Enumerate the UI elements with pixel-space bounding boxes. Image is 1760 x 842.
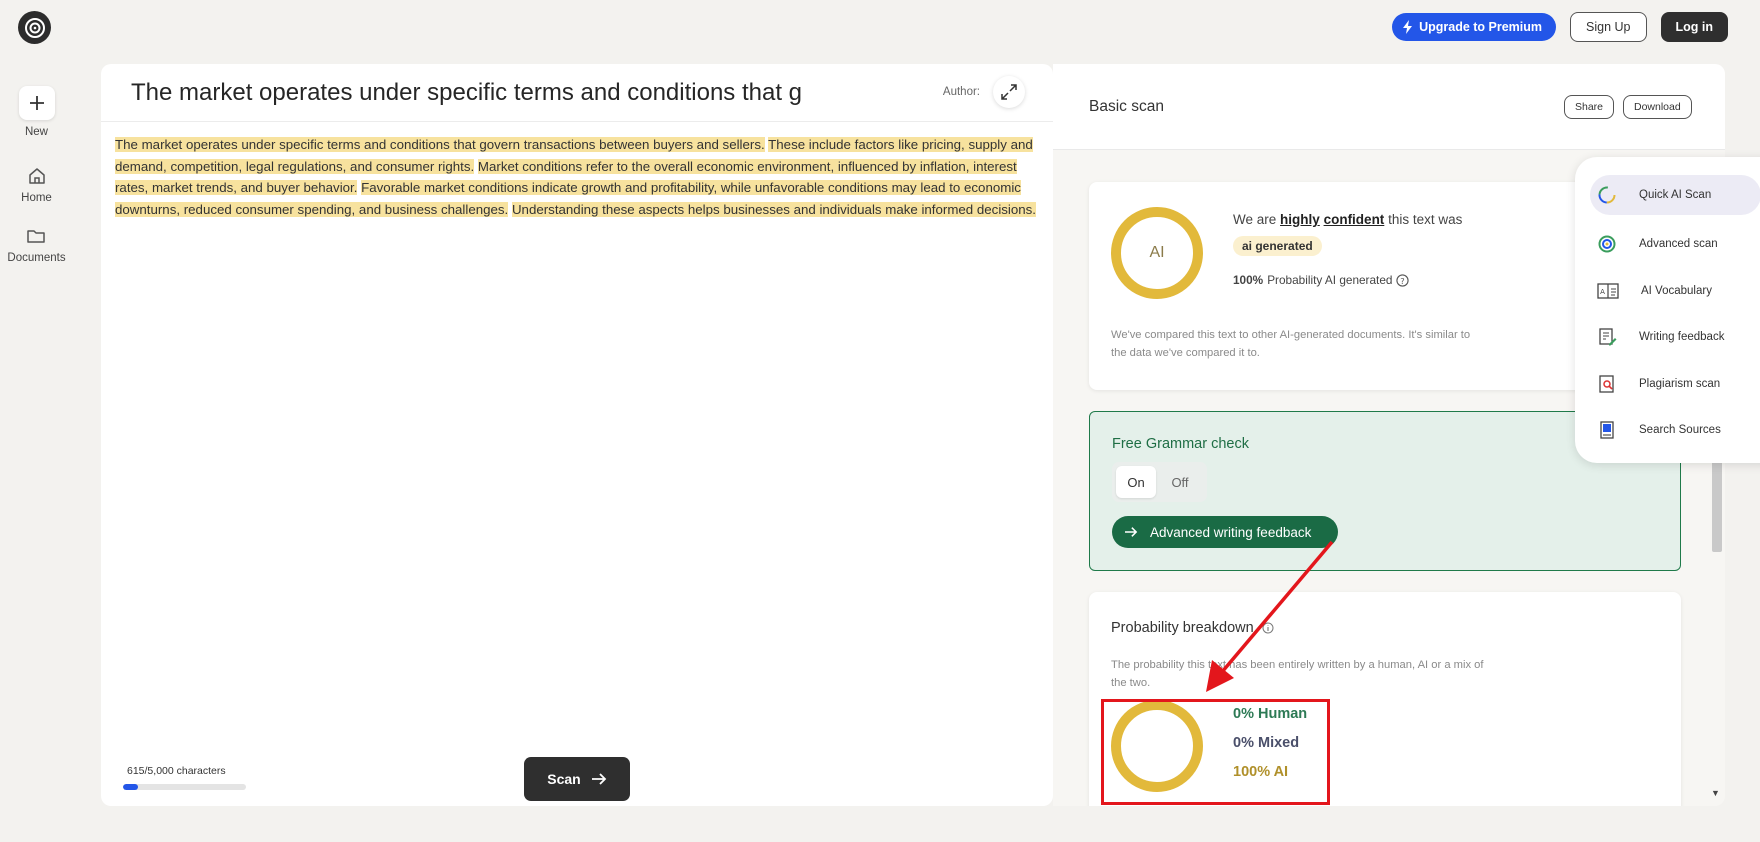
menu-item-label: Advanced scan bbox=[1639, 238, 1718, 251]
arrow-right-icon bbox=[1125, 527, 1138, 537]
breakdown-title: Probability breakdown bbox=[1111, 620, 1254, 636]
annotation-highlight-box bbox=[1101, 699, 1330, 805]
advanced-writing-feedback-label: Advanced writing feedback bbox=[1150, 524, 1312, 540]
expand-icon bbox=[1001, 84, 1017, 100]
plus-icon bbox=[29, 96, 44, 110]
search-sources-icon bbox=[1600, 421, 1614, 439]
scan-type-menu: Quick AI Scan Advanced scan A AI Vocabul… bbox=[1575, 157, 1760, 463]
scan-button[interactable]: Scan bbox=[524, 757, 630, 801]
upgrade-premium-label: Upgrade to Premium bbox=[1419, 20, 1543, 34]
quick-scan-icon bbox=[1598, 186, 1616, 204]
menu-item-quick-ai-scan[interactable]: Quick AI Scan bbox=[1590, 175, 1760, 215]
menu-item-label: AI Vocabulary bbox=[1641, 284, 1712, 297]
sign-up-button[interactable]: Sign Up bbox=[1570, 12, 1647, 42]
lightning-icon bbox=[1403, 20, 1413, 34]
editor-panel: The market operates under specific terms… bbox=[101, 64, 1053, 806]
sidebar-item-documents[interactable]: Documents bbox=[7, 226, 66, 264]
log-in-button[interactable]: Log in bbox=[1660, 12, 1728, 42]
editor-text[interactable]: The market operates under specific terms… bbox=[101, 122, 1053, 232]
left-sidebar: New Home Documents bbox=[0, 86, 73, 264]
logo-icon bbox=[24, 17, 45, 38]
plagiarism-icon bbox=[1599, 375, 1614, 393]
advanced-writing-feedback-button[interactable]: Advanced writing feedback bbox=[1112, 516, 1338, 548]
app-logo[interactable] bbox=[18, 11, 51, 44]
new-document-button[interactable] bbox=[18, 86, 55, 120]
grammar-on-button[interactable]: On bbox=[1116, 466, 1156, 498]
sidebar-item-home[interactable]: Home bbox=[21, 166, 52, 204]
menu-item-label: Quick AI Scan bbox=[1639, 189, 1712, 201]
ai-ring: AI bbox=[1111, 207, 1203, 299]
svg-text:A: A bbox=[1600, 288, 1605, 296]
document-title[interactable]: The market operates under specific terms… bbox=[131, 79, 831, 107]
advanced-scan-icon bbox=[1598, 235, 1616, 253]
share-button[interactable]: Share bbox=[1564, 95, 1615, 119]
new-label: New bbox=[24, 126, 48, 138]
folder-icon bbox=[27, 230, 46, 243]
menu-item-writing-feedback[interactable]: Writing feedback bbox=[1575, 314, 1760, 361]
confidence-highly[interactable]: highly bbox=[1280, 212, 1320, 227]
info-icon[interactable] bbox=[1262, 622, 1274, 634]
result-title: Basic scan bbox=[1089, 98, 1164, 115]
menu-item-ai-vocabulary[interactable]: A AI Vocabulary bbox=[1575, 268, 1760, 315]
character-count: 615/5,000 characters bbox=[127, 765, 226, 777]
help-icon[interactable]: ? bbox=[1396, 273, 1410, 287]
confidence-confident[interactable]: confident bbox=[1324, 212, 1385, 227]
author-label: Author: bbox=[942, 86, 980, 98]
confidence-tail: this text was bbox=[1388, 212, 1463, 227]
highlighted-sentence: The market operates under specific terms… bbox=[115, 137, 765, 152]
probability-text: Probability AI generated bbox=[1267, 273, 1393, 287]
sidebar-item-label: Documents bbox=[7, 252, 66, 264]
confidence-we-are: We are bbox=[1233, 212, 1277, 227]
breakdown-title-row: Probability breakdown bbox=[1111, 620, 1274, 636]
writing-feedback-icon bbox=[1599, 328, 1617, 346]
svg-text:?: ? bbox=[1401, 275, 1405, 285]
grammar-title: Free Grammar check bbox=[1112, 436, 1249, 452]
probability-pct: 100% bbox=[1233, 273, 1264, 287]
ai-generated-badge: ai generated bbox=[1233, 236, 1322, 256]
vocabulary-icon: A bbox=[1597, 283, 1619, 299]
grammar-off-button[interactable]: Off bbox=[1160, 466, 1200, 498]
probability-line: 100% Probability AI generated ? bbox=[1233, 273, 1410, 287]
top-actions: Upgrade to Premium Sign Up Log in bbox=[1392, 12, 1728, 42]
comparison-note: We've compared this text to other AI-gen… bbox=[1111, 329, 1471, 359]
breakdown-description: The probability this text has been entir… bbox=[1111, 659, 1484, 689]
menu-item-advanced-scan[interactable]: Advanced scan bbox=[1575, 221, 1760, 268]
scan-label: Scan bbox=[547, 771, 581, 787]
menu-item-label: Writing feedback bbox=[1639, 331, 1725, 344]
menu-item-label: Search Sources bbox=[1639, 424, 1721, 437]
menu-item-label: Plagiarism scan bbox=[1639, 377, 1721, 390]
scroll-down-arrow-icon[interactable]: ▼ bbox=[1711, 788, 1720, 798]
upgrade-premium-button[interactable]: Upgrade to Premium bbox=[1392, 13, 1557, 41]
character-progress-bar bbox=[123, 784, 246, 790]
result-scrollbar[interactable] bbox=[1712, 460, 1722, 552]
menu-item-search-sources[interactable]: Search Sources bbox=[1575, 407, 1760, 454]
grammar-toggle: On Off bbox=[1112, 462, 1207, 502]
result-header: Basic scan Share Download bbox=[1053, 64, 1725, 150]
expand-button[interactable] bbox=[993, 76, 1025, 108]
ai-ring-label: AI bbox=[1149, 244, 1165, 261]
arrow-right-icon bbox=[591, 773, 607, 785]
home-icon bbox=[28, 168, 45, 184]
highlighted-sentence: Understanding these aspects helps busine… bbox=[511, 201, 1037, 217]
sidebar-item-label: Home bbox=[21, 192, 52, 204]
ai-generated-badge-wrap: ai generated bbox=[1233, 236, 1322, 256]
menu-item-plagiarism-scan[interactable]: Plagiarism scan bbox=[1575, 361, 1760, 408]
download-button[interactable]: Download bbox=[1623, 95, 1692, 119]
confidence-line: We are highly confident this text was bbox=[1233, 212, 1462, 227]
character-progress-fill bbox=[123, 784, 139, 790]
editor-header: The market operates under specific terms… bbox=[101, 64, 1053, 122]
